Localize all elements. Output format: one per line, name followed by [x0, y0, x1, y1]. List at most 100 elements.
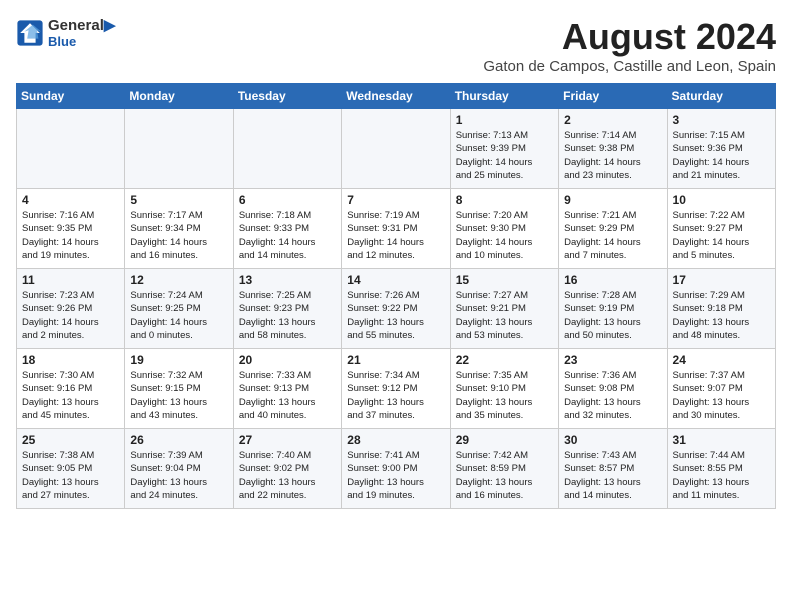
day-info: Sunrise: 7:27 AM Sunset: 9:21 PM Dayligh… [456, 289, 553, 342]
calendar-header-row: SundayMondayTuesdayWednesdayThursdayFrid… [17, 84, 776, 109]
calendar-week-row: 4Sunrise: 7:16 AM Sunset: 9:35 PM Daylig… [17, 189, 776, 269]
day-number: 6 [239, 193, 336, 207]
calendar-table: SundayMondayTuesdayWednesdayThursdayFrid… [16, 83, 776, 509]
calendar-day-cell: 30 Sunrise: 7:43 AM Sunset: 8:57 PM Dayli… [559, 429, 667, 509]
logo: General▶ Blue [16, 16, 115, 49]
calendar-day-cell: 23 Sunrise: 7:36 AM Sunset: 9:08 PM Dayli… [559, 349, 667, 429]
calendar-week-row: 18 Sunrise: 7:30 AM Sunset: 9:16 PM Dayli… [17, 349, 776, 429]
calendar-week-row: 11 Sunrise: 7:23 AM Sunset: 9:26 PM Dayli… [17, 269, 776, 349]
calendar-day-cell: 14 Sunrise: 7:26 AM Sunset: 9:22 PM Dayli… [342, 269, 450, 349]
logo-icon [16, 19, 44, 47]
day-info: Sunrise: 7:41 AM Sunset: 9:00 PM Dayligh… [347, 449, 444, 502]
day-info: Sunrise: 7:17 AM Sunset: 9:34 PM Dayligh… [130, 209, 227, 262]
calendar-day-cell: 11 Sunrise: 7:23 AM Sunset: 9:26 PM Dayli… [17, 269, 125, 349]
day-info: Sunrise: 7:42 AM Sunset: 8:59 PM Dayligh… [456, 449, 553, 502]
day-number: 10 [673, 193, 770, 207]
day-info: Sunrise: 7:38 AM Sunset: 9:05 PM Dayligh… [22, 449, 119, 502]
logo-text: General▶ Blue [48, 16, 115, 49]
calendar-day-cell: 17Sunrise: 7:29 AM Sunset: 9:18 PM Dayli… [667, 269, 775, 349]
calendar-day-cell: 2 Sunrise: 7:14 AM Sunset: 9:38 PM Daylig… [559, 109, 667, 189]
calendar-day-cell: 31 Sunrise: 7:44 AM Sunset: 8:55 PM Dayli… [667, 429, 775, 509]
day-info: Sunrise: 7:43 AM Sunset: 8:57 PM Dayligh… [564, 449, 661, 502]
day-info: Sunrise: 7:25 AM Sunset: 9:23 PM Dayligh… [239, 289, 336, 342]
day-number: 11 [22, 273, 119, 287]
day-number: 2 [564, 113, 661, 127]
calendar-week-row: 25 Sunrise: 7:38 AM Sunset: 9:05 PM Dayli… [17, 429, 776, 509]
day-info: Sunrise: 7:24 AM Sunset: 9:25 PM Dayligh… [130, 289, 227, 342]
day-info: Sunrise: 7:44 AM Sunset: 8:55 PM Dayligh… [673, 449, 770, 502]
calendar-day-cell: 4Sunrise: 7:16 AM Sunset: 9:35 PM Daylig… [17, 189, 125, 269]
day-info: Sunrise: 7:13 AM Sunset: 9:39 PM Dayligh… [456, 129, 553, 182]
day-info: Sunrise: 7:28 AM Sunset: 9:19 PM Dayligh… [564, 289, 661, 342]
weekday-header-sunday: Sunday [17, 84, 125, 109]
day-info: Sunrise: 7:35 AM Sunset: 9:10 PM Dayligh… [456, 369, 553, 422]
day-number: 4 [22, 193, 119, 207]
calendar-day-cell: 12 Sunrise: 7:24 AM Sunset: 9:25 PM Dayli… [125, 269, 233, 349]
calendar-day-cell: 5Sunrise: 7:17 AM Sunset: 9:34 PM Daylig… [125, 189, 233, 269]
day-info: Sunrise: 7:32 AM Sunset: 9:15 PM Dayligh… [130, 369, 227, 422]
day-number: 16 [564, 273, 661, 287]
weekday-header-tuesday: Tuesday [233, 84, 341, 109]
calendar-day-cell: 29 Sunrise: 7:42 AM Sunset: 8:59 PM Dayli… [450, 429, 558, 509]
weekday-header-saturday: Saturday [667, 84, 775, 109]
month-year-title: August 2024 [483, 16, 776, 58]
calendar-day-cell: 24Sunrise: 7:37 AM Sunset: 9:07 PM Dayli… [667, 349, 775, 429]
day-number: 7 [347, 193, 444, 207]
weekday-header-wednesday: Wednesday [342, 84, 450, 109]
calendar-week-row: 1Sunrise: 7:13 AM Sunset: 9:39 PM Daylig… [17, 109, 776, 189]
day-info: Sunrise: 7:36 AM Sunset: 9:08 PM Dayligh… [564, 369, 661, 422]
calendar-day-cell: 18 Sunrise: 7:30 AM Sunset: 9:16 PM Dayli… [17, 349, 125, 429]
day-number: 8 [456, 193, 553, 207]
weekday-header-thursday: Thursday [450, 84, 558, 109]
calendar-day-cell: 9 Sunrise: 7:21 AM Sunset: 9:29 PM Daylig… [559, 189, 667, 269]
day-number: 18 [22, 353, 119, 367]
day-info: Sunrise: 7:33 AM Sunset: 9:13 PM Dayligh… [239, 369, 336, 422]
day-info: Sunrise: 7:20 AM Sunset: 9:30 PM Dayligh… [456, 209, 553, 262]
calendar-day-cell: 13 Sunrise: 7:25 AM Sunset: 9:23 PM Dayli… [233, 269, 341, 349]
calendar-day-cell: 26 Sunrise: 7:39 AM Sunset: 9:04 PM Dayli… [125, 429, 233, 509]
calendar-day-cell: 1Sunrise: 7:13 AM Sunset: 9:39 PM Daylig… [450, 109, 558, 189]
day-info: Sunrise: 7:19 AM Sunset: 9:31 PM Dayligh… [347, 209, 444, 262]
weekday-header-monday: Monday [125, 84, 233, 109]
day-number: 23 [564, 353, 661, 367]
day-info: Sunrise: 7:40 AM Sunset: 9:02 PM Dayligh… [239, 449, 336, 502]
calendar-day-cell: 20 Sunrise: 7:33 AM Sunset: 9:13 PM Dayli… [233, 349, 341, 429]
day-info: Sunrise: 7:26 AM Sunset: 9:22 PM Dayligh… [347, 289, 444, 342]
day-number: 9 [564, 193, 661, 207]
day-info: Sunrise: 7:23 AM Sunset: 9:26 PM Dayligh… [22, 289, 119, 342]
calendar-day-cell: 19 Sunrise: 7:32 AM Sunset: 9:15 PM Dayli… [125, 349, 233, 429]
day-info: Sunrise: 7:22 AM Sunset: 9:27 PM Dayligh… [673, 209, 770, 262]
calendar-empty-cell [233, 109, 341, 189]
calendar-day-cell: 3Sunrise: 7:15 AM Sunset: 9:36 PM Daylig… [667, 109, 775, 189]
title-block: August 2024 Gaton de Campos, Castille an… [483, 16, 776, 75]
day-number: 25 [22, 433, 119, 447]
calendar-day-cell: 27 Sunrise: 7:40 AM Sunset: 9:02 PM Dayli… [233, 429, 341, 509]
day-number: 27 [239, 433, 336, 447]
weekday-header-friday: Friday [559, 84, 667, 109]
day-info: Sunrise: 7:37 AM Sunset: 9:07 PM Dayligh… [673, 369, 770, 422]
day-info: Sunrise: 7:30 AM Sunset: 9:16 PM Dayligh… [22, 369, 119, 422]
day-number: 30 [564, 433, 661, 447]
day-number: 31 [673, 433, 770, 447]
day-number: 19 [130, 353, 227, 367]
calendar-day-cell: 8 Sunrise: 7:20 AM Sunset: 9:30 PM Daylig… [450, 189, 558, 269]
calendar-day-cell: 22Sunrise: 7:35 AM Sunset: 9:10 PM Dayli… [450, 349, 558, 429]
calendar-day-cell: 6Sunrise: 7:18 AM Sunset: 9:33 PM Daylig… [233, 189, 341, 269]
day-number: 12 [130, 273, 227, 287]
day-number: 29 [456, 433, 553, 447]
day-number: 21 [347, 353, 444, 367]
day-info: Sunrise: 7:14 AM Sunset: 9:38 PM Dayligh… [564, 129, 661, 182]
day-number: 13 [239, 273, 336, 287]
location-subtitle: Gaton de Campos, Castille and Leon, Spai… [483, 58, 776, 75]
day-number: 20 [239, 353, 336, 367]
calendar-empty-cell [125, 109, 233, 189]
day-number: 14 [347, 273, 444, 287]
day-info: Sunrise: 7:15 AM Sunset: 9:36 PM Dayligh… [673, 129, 770, 182]
day-number: 26 [130, 433, 227, 447]
day-info: Sunrise: 7:21 AM Sunset: 9:29 PM Dayligh… [564, 209, 661, 262]
page-header: General▶ Blue August 2024 Gaton de Campo… [16, 16, 776, 75]
calendar-day-cell: 28 Sunrise: 7:41 AM Sunset: 9:00 PM Dayli… [342, 429, 450, 509]
calendar-day-cell: 15Sunrise: 7:27 AM Sunset: 9:21 PM Dayli… [450, 269, 558, 349]
day-info: Sunrise: 7:39 AM Sunset: 9:04 PM Dayligh… [130, 449, 227, 502]
day-number: 28 [347, 433, 444, 447]
